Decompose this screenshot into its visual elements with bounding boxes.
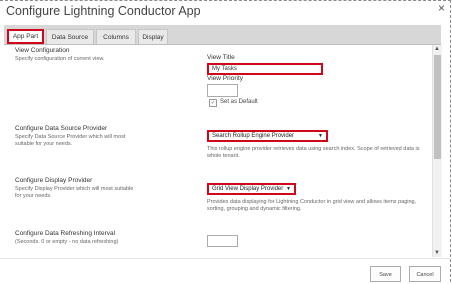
scrollbar-thumb[interactable] bbox=[434, 55, 441, 159]
dialog-title: Configure Lightning Conductor App bbox=[6, 4, 201, 18]
checkbox-checked-icon[interactable]: ✓ bbox=[209, 99, 217, 107]
view-title-field[interactable]: My Tasks bbox=[207, 63, 323, 75]
view-config-title: View Configuration bbox=[15, 47, 70, 54]
chevron-down-icon: ▼ bbox=[318, 133, 323, 139]
data-source-selected: Search Rollup Engine Provider bbox=[212, 133, 295, 139]
view-priority-label: View Priority bbox=[207, 75, 244, 82]
data-source-desc: Specify Data Source Provider which will … bbox=[15, 134, 126, 147]
data-source-select[interactable]: Search Rollup Engine Provider ▼ bbox=[207, 130, 328, 142]
view-config-desc: Specify configuration of current view. bbox=[15, 56, 105, 62]
display-provider-desc: Specify Display Provider which will most… bbox=[15, 186, 134, 199]
tab-data-source[interactable]: Data Source bbox=[46, 29, 94, 44]
tab-display[interactable]: Display bbox=[138, 29, 168, 44]
refresh-desc: (Seconds. 0 or empty - no data refreshin… bbox=[15, 239, 119, 245]
down-arrow-icon[interactable]: ▼ bbox=[434, 250, 440, 256]
view-title-label: View Title bbox=[207, 54, 235, 61]
view-priority-field[interactable] bbox=[207, 84, 238, 97]
display-provider-title: Configure Display Provider bbox=[15, 177, 93, 184]
tab-app-part[interactable]: App Part bbox=[7, 29, 44, 44]
vertical-scrollbar[interactable]: ▲ ▼ bbox=[432, 45, 442, 257]
refresh-interval-field[interactable] bbox=[207, 235, 238, 247]
tab-bar: App Part Data Source Columns Display bbox=[4, 25, 441, 45]
chevron-down-icon: ▼ bbox=[286, 186, 291, 192]
display-provider-select[interactable]: Grid View Display Provider ▼ bbox=[207, 183, 296, 195]
tab-columns[interactable]: Columns bbox=[96, 29, 136, 44]
dialog-footer: Save Cancel bbox=[0, 258, 450, 284]
app-part-panel: View Configuration Specify configuration… bbox=[4, 45, 432, 257]
close-icon[interactable]: × bbox=[438, 1, 445, 15]
save-button[interactable]: Save bbox=[370, 266, 401, 282]
cancel-button[interactable]: Cancel bbox=[409, 266, 441, 282]
refresh-title: Configure Data Refreshing Interval bbox=[15, 230, 116, 237]
configure-dialog: Configure Lightning Conductor App × App … bbox=[0, 0, 451, 282]
set-as-default-label: Set as Default bbox=[220, 99, 258, 105]
up-arrow-icon[interactable]: ▲ bbox=[434, 46, 440, 52]
data-source-help: This rollup engine provider retrieves da… bbox=[207, 146, 420, 159]
display-provider-selected: Grid View Display Provider bbox=[212, 186, 284, 192]
data-source-title: Configure Data Source Provider bbox=[15, 125, 108, 132]
display-provider-help: Provides data displaying for Lightning C… bbox=[207, 199, 417, 212]
set-as-default-option[interactable]: ✓ Set as Default bbox=[209, 99, 258, 107]
